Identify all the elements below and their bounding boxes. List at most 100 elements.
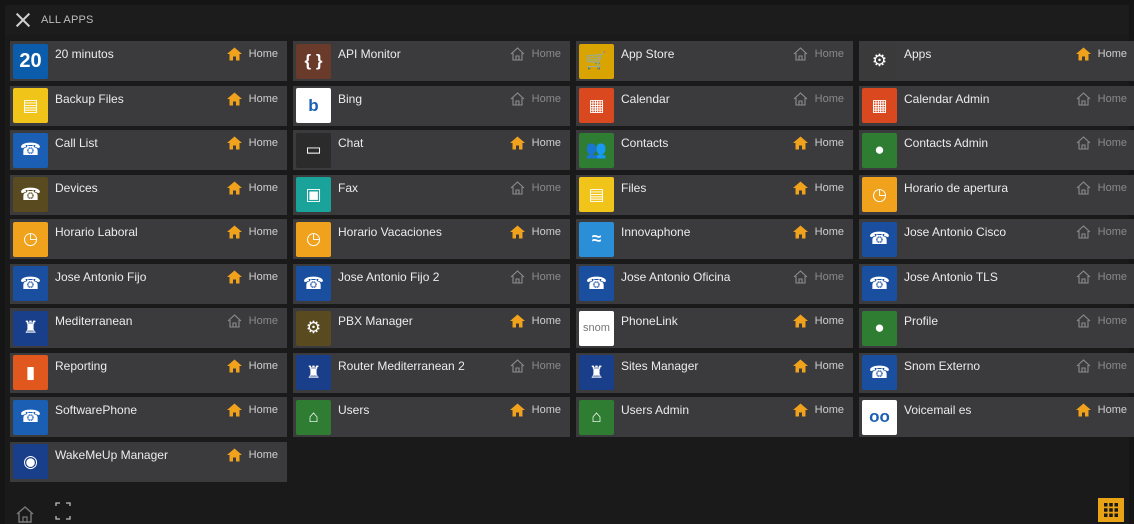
app-tile[interactable]: ▦ Calendar Home [576,85,853,126]
home-icon[interactable] [1076,314,1091,328]
app-tile[interactable]: ☎ Jose Antonio Oficina Home [576,263,853,304]
home-toggle[interactable]: Home [1076,358,1127,373]
app-tile[interactable]: ☎ Jose Antonio Cisco Home [859,219,1134,259]
home-toggle[interactable]: Home [226,359,278,373]
app-tile[interactable]: ⌂ Users Home [293,397,570,437]
app-tile[interactable]: ▤ Backup Files Home [10,85,287,126]
app-tile[interactable]: b Bing Home [293,85,570,126]
home-toggle[interactable]: Home [1076,136,1127,150]
home-icon[interactable] [226,136,242,150]
app-tile[interactable]: ☎ Call List Home [10,130,287,170]
app-tile[interactable]: snom PhoneLink Home [576,308,853,348]
home-icon[interactable] [510,358,525,373]
home-toggle[interactable]: Home [1075,47,1127,61]
home-toggle[interactable]: Home [793,47,844,61]
home-toggle[interactable]: Home [1076,180,1127,195]
home-icon[interactable] [792,181,808,195]
home-icon[interactable] [510,91,525,106]
home-icon[interactable] [1076,225,1091,239]
app-tile[interactable]: ◉ WakeMeUp Manager Home [10,441,287,482]
home-icon[interactable] [792,225,808,239]
home-icon[interactable] [1075,47,1091,61]
home-icon[interactable] [15,505,35,523]
home-icon[interactable] [227,314,242,328]
home-icon[interactable] [509,403,525,417]
grid-view-button[interactable] [1098,498,1124,522]
home-icon[interactable] [792,403,808,417]
home-toggle[interactable]: Home [1076,314,1127,328]
home-toggle[interactable]: Home [226,92,278,106]
home-icon[interactable] [793,47,808,61]
app-tile[interactable]: ☎ Devices Home [10,174,287,215]
home-icon[interactable] [509,225,525,239]
app-tile[interactable]: { } API Monitor Home [293,41,570,81]
app-tile[interactable]: ◷ Horario Vacaciones Home [293,219,570,259]
home-icon[interactable] [226,359,242,373]
home-icon[interactable] [510,180,525,195]
home-icon[interactable] [1076,180,1091,195]
home-toggle[interactable]: Home [792,359,844,373]
app-tile[interactable]: ☎ Jose Antonio Fijo Home [10,263,287,304]
home-toggle[interactable]: Home [510,91,561,106]
home-icon[interactable] [226,448,242,462]
home-icon[interactable] [226,270,242,284]
home-toggle[interactable]: Home [1075,403,1127,417]
home-icon[interactable] [1076,358,1091,373]
app-tile[interactable]: ☎ Jose Antonio Fijo 2 Home [293,263,570,304]
app-tile[interactable]: ⚙ PBX Manager Home [293,308,570,348]
home-toggle[interactable]: Home [226,448,278,462]
home-toggle[interactable]: Home [509,225,561,239]
home-toggle[interactable]: Home [1076,225,1127,239]
home-toggle[interactable]: Home [510,47,561,61]
app-tile[interactable]: ● Contacts Admin Home [859,130,1134,170]
app-tile[interactable]: ☎ Jose Antonio TLS Home [859,263,1134,304]
home-toggle[interactable]: Home [226,181,278,195]
home-toggle[interactable]: Home [227,314,278,328]
app-tile[interactable]: ☎ SoftwarePhone Home [10,397,287,437]
home-icon[interactable] [226,92,242,106]
home-icon[interactable] [792,136,808,150]
home-toggle[interactable]: Home [226,47,278,61]
close-icon[interactable] [14,11,32,29]
home-toggle[interactable]: Home [510,180,561,195]
home-toggle[interactable]: Home [509,136,561,150]
home-toggle[interactable]: Home [792,181,844,195]
home-toggle[interactable]: Home [226,403,278,417]
app-tile[interactable]: oo Voicemail es Home [859,397,1134,437]
app-tile[interactable]: ♜ Mediterranean Home [10,308,287,348]
home-toggle[interactable]: Home [793,91,844,106]
home-toggle[interactable]: Home [226,225,278,239]
home-icon[interactable] [510,47,525,61]
home-icon[interactable] [793,91,808,106]
home-icon[interactable] [1076,91,1091,106]
app-tile[interactable]: ▦ Calendar Admin Home [859,85,1134,126]
home-icon[interactable] [792,314,808,328]
home-icon[interactable] [226,181,242,195]
home-toggle[interactable]: Home [792,136,844,150]
home-toggle[interactable]: Home [1076,91,1127,106]
home-toggle[interactable]: Home [792,403,844,417]
home-toggle[interactable]: Home [1076,269,1127,284]
home-icon[interactable] [792,359,808,373]
home-icon[interactable] [1076,269,1091,284]
home-toggle[interactable]: Home [509,314,561,328]
home-toggle[interactable]: Home [793,269,844,284]
app-tile[interactable]: ◷ Horario Laboral Home [10,219,287,259]
expand-icon[interactable] [55,501,71,521]
home-toggle[interactable]: Home [792,314,844,328]
home-icon[interactable] [793,269,808,284]
home-toggle[interactable]: Home [510,269,561,284]
app-tile[interactable]: ≈ Innovaphone Home [576,219,853,259]
home-icon[interactable] [226,47,242,61]
app-tile[interactable]: ▤ Files Home [576,174,853,215]
home-toggle[interactable]: Home [792,225,844,239]
app-tile[interactable]: ▭ Chat Home [293,130,570,170]
app-tile[interactable]: 20 20 minutos Home [10,41,287,81]
app-tile[interactable]: ☎ Snom Externo Home [859,352,1134,393]
home-toggle[interactable]: Home [509,403,561,417]
home-icon[interactable] [1076,136,1091,150]
home-icon[interactable] [509,136,525,150]
app-tile[interactable]: ● Profile Home [859,308,1134,348]
app-tile[interactable]: 🛒 App Store Home [576,41,853,81]
app-tile[interactable]: ▣ Fax Home [293,174,570,215]
